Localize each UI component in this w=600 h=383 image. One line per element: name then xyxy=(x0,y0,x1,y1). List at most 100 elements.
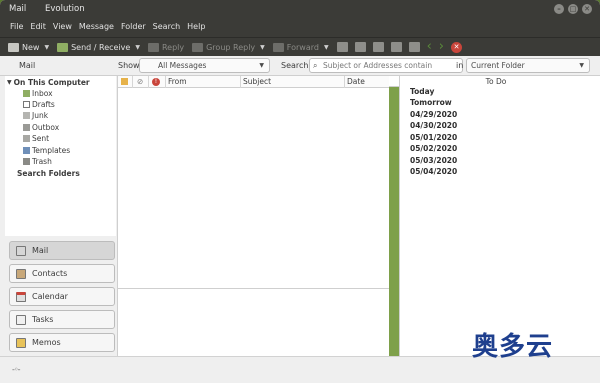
folder-label: Trash xyxy=(32,157,52,166)
flag-column-icon[interactable]: ! xyxy=(152,78,160,86)
search-icon: ⌕ xyxy=(313,61,318,70)
stop-icon[interactable]: ✕ xyxy=(451,41,462,53)
todo-date[interactable]: 04/30/2020 xyxy=(410,121,457,130)
show-filter-value: All Messages xyxy=(158,61,207,70)
junk-icon xyxy=(23,112,30,119)
show-filter-select[interactable]: All Messages ▼ xyxy=(139,58,270,73)
drafts-icon xyxy=(23,101,30,108)
column-divider xyxy=(344,76,345,88)
forward-button[interactable]: Forward ▼ xyxy=(272,42,329,52)
message-list[interactable]: ⊘ ! From Subject Date xyxy=(117,76,390,288)
forward-arrow-icon[interactable]: › xyxy=(439,40,444,53)
back-arrow-icon[interactable]: ‹ xyxy=(427,40,432,53)
folder-trash[interactable]: Trash xyxy=(23,157,52,166)
switcher-label: Contacts xyxy=(32,269,68,278)
offline-status-icon[interactable]: -◦- xyxy=(12,365,20,374)
app-name: Mail xyxy=(9,4,27,14)
chevron-down-icon: ▼ xyxy=(579,62,584,69)
reply-label: Reply xyxy=(161,42,185,52)
menu-search[interactable]: Search xyxy=(153,22,180,31)
close-button[interactable]: ✕ xyxy=(582,4,592,14)
folder-drafts[interactable]: Drafts xyxy=(23,100,55,109)
todo-date[interactable]: 05/03/2020 xyxy=(410,156,457,165)
status-column-icon[interactable] xyxy=(121,78,128,85)
group-reply-button[interactable]: Group Reply ▼ xyxy=(192,42,265,52)
chevron-down-icon[interactable]: ▼ xyxy=(135,44,140,51)
list-scrollbar[interactable] xyxy=(389,87,399,356)
column-divider xyxy=(165,76,166,88)
print-icon[interactable] xyxy=(336,42,348,52)
in-label: in xyxy=(456,61,464,70)
folder-sent[interactable]: Sent xyxy=(23,134,49,143)
expander-icon[interactable]: ▼ xyxy=(7,79,12,86)
new-button[interactable]: New ▼ xyxy=(8,42,49,52)
menu-help[interactable]: Help xyxy=(187,22,205,31)
search-scope-select[interactable]: Current Folder ▼ xyxy=(466,58,590,73)
title-row: Mail Evolution – □ ✕ xyxy=(0,0,600,19)
memos-icon xyxy=(16,337,26,348)
switcher-tasks[interactable]: Tasks xyxy=(9,310,115,329)
todo-date[interactable]: 04/29/2020 xyxy=(410,110,457,119)
send-receive-icon xyxy=(57,42,69,52)
column-divider xyxy=(132,76,133,88)
message-list-header: ⊘ ! From Subject Date xyxy=(118,76,390,88)
send-receive-label: Send / Receive xyxy=(71,42,131,52)
todo-date[interactable]: 05/02/2020 xyxy=(410,144,457,153)
menu-file[interactable]: File xyxy=(10,22,23,31)
todo-date[interactable]: 05/01/2020 xyxy=(410,133,457,142)
column-from[interactable]: From xyxy=(168,77,187,86)
chevron-down-icon[interactable]: ▼ xyxy=(44,44,49,51)
todo-title: To Do xyxy=(485,77,507,86)
chevron-down-icon: ▼ xyxy=(259,62,264,69)
todo-date[interactable]: 05/04/2020 xyxy=(410,167,457,176)
new-label: New xyxy=(22,42,40,52)
menu-bar: File Edit View Message Folder Search Hel… xyxy=(10,22,205,31)
forward-label: Forward xyxy=(286,42,319,52)
switcher-contacts[interactable]: Contacts xyxy=(9,264,115,283)
junk-icon[interactable] xyxy=(372,42,384,52)
todo-date-tomorrow[interactable]: Tomorrow xyxy=(410,98,452,107)
folder-label: Outbox xyxy=(32,123,60,132)
menu-edit[interactable]: Edit xyxy=(30,22,46,31)
folder-tree: ▼ On This Computer Inbox Drafts Junk Out… xyxy=(5,76,116,236)
attachment-column-icon[interactable]: ⊘ xyxy=(137,77,143,86)
switcher-label: Calendar xyxy=(32,292,68,301)
account-on-this-computer[interactable]: ▼ On This Computer xyxy=(7,78,90,87)
chevron-down-icon[interactable]: ▼ xyxy=(260,44,265,51)
minimize-button[interactable]: – xyxy=(554,4,564,14)
switcher-memos[interactable]: Memos xyxy=(9,333,115,352)
search-folders[interactable]: Search Folders xyxy=(17,169,80,178)
switcher-mail[interactable]: Mail xyxy=(9,241,115,260)
tasks-icon xyxy=(16,314,26,325)
folder-templates[interactable]: Templates xyxy=(23,146,70,155)
reply-button[interactable]: Reply xyxy=(147,42,185,52)
switcher-calendar[interactable]: Calendar xyxy=(9,287,115,306)
column-subject[interactable]: Subject xyxy=(243,77,271,86)
sent-icon xyxy=(23,135,30,142)
search-input[interactable]: ⌕ Subject or Addresses contain xyxy=(309,58,463,73)
search-scope-value: Current Folder xyxy=(471,61,525,70)
trash-icon xyxy=(23,158,30,165)
menu-view[interactable]: View xyxy=(53,22,72,31)
search-bar: Mail Show: All Messages ▼ Search: ⌕ Subj… xyxy=(0,56,600,76)
maximize-button[interactable]: □ xyxy=(568,4,578,14)
send-receive-button[interactable]: Send / Receive ▼ xyxy=(57,42,140,52)
todo-date-today[interactable]: Today xyxy=(410,87,434,96)
folder-junk[interactable]: Junk xyxy=(23,111,48,120)
folder-inbox[interactable]: Inbox xyxy=(23,89,53,98)
chevron-down-icon[interactable]: ▼ xyxy=(324,44,329,51)
not-junk-icon[interactable] xyxy=(390,42,402,52)
menu-folder[interactable]: Folder xyxy=(121,22,146,31)
search-label: Search: xyxy=(281,61,312,70)
todo-panel: To Do Today Tomorrow 04/29/2020 04/30/20… xyxy=(399,76,600,356)
archive-icon[interactable] xyxy=(408,42,420,52)
column-date[interactable]: Date xyxy=(347,77,365,86)
menu-message[interactable]: Message xyxy=(79,22,114,31)
templates-icon xyxy=(23,147,30,154)
message-preview-pane xyxy=(117,288,389,356)
group-reply-label: Group Reply xyxy=(206,42,256,52)
delete-icon[interactable] xyxy=(354,42,366,52)
group-reply-icon xyxy=(192,42,204,52)
reply-icon xyxy=(147,42,159,52)
folder-outbox[interactable]: Outbox xyxy=(23,123,59,132)
